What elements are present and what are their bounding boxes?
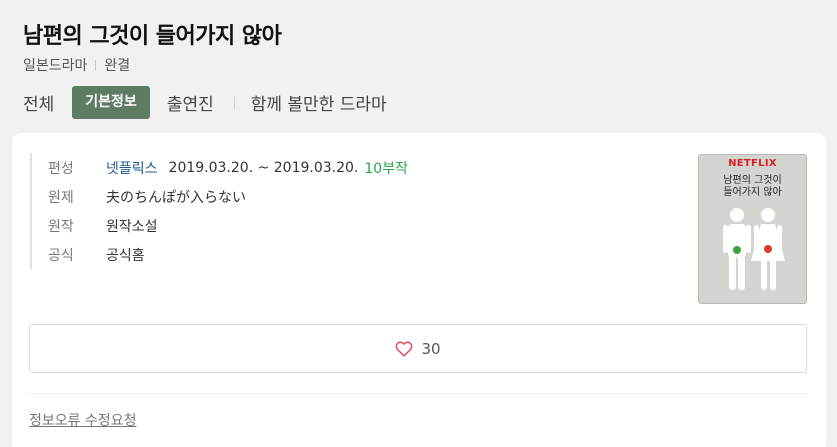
info-card: 편성 넷플릭스 2019.03.20. ~ 2019.03.20. 10부작 원… bbox=[12, 133, 826, 447]
tab-cast[interactable]: 출연진 bbox=[167, 90, 214, 115]
info-key: 원제 bbox=[48, 189, 74, 206]
info-row-original-title: 원제 夫のちんぽが入らない bbox=[48, 182, 408, 211]
info-row-source: 원작 원작소설 bbox=[48, 211, 408, 240]
couple-figures-icon bbox=[723, 208, 785, 290]
info-value: 넷플릭스 2019.03.20. ~ 2019.03.20. 10부작 bbox=[106, 158, 408, 178]
info-row-broadcast: 편성 넷플릭스 2019.03.20. ~ 2019.03.20. 10부작 bbox=[48, 153, 408, 182]
page-title: 남편의 그것이 들어가지 않아 bbox=[23, 24, 282, 49]
episode-count: 10부작 bbox=[364, 160, 408, 177]
info-key: 편성 bbox=[48, 160, 74, 177]
meta-line: 일본드라마 완결 bbox=[23, 55, 130, 75]
network-link[interactable]: 넷플릭스 bbox=[106, 158, 158, 178]
report-error-link[interactable]: 정보오류 수정요청 bbox=[29, 410, 137, 430]
like-count: 30 bbox=[421, 339, 441, 358]
info-list: 편성 넷플릭스 2019.03.20. ~ 2019.03.20. 10부작 원… bbox=[30, 153, 408, 269]
category-link[interactable]: 일본드라마 bbox=[23, 55, 87, 75]
like-button[interactable]: 30 bbox=[29, 324, 807, 373]
poster-title-line: 들어가지 않아 bbox=[723, 187, 782, 198]
tab-similar-dramas[interactable]: 함께 볼만한 드라마 bbox=[251, 90, 387, 115]
poster-title: 남편의 그것이 들어가지 않아 bbox=[699, 175, 806, 199]
divider bbox=[29, 393, 807, 394]
poster-title-line: 남편의 그것이 bbox=[723, 175, 782, 186]
tab-basic-info[interactable]: 기본정보 bbox=[72, 86, 150, 119]
official-site-link[interactable]: 공식홈 bbox=[106, 245, 145, 265]
meta-separator bbox=[95, 59, 97, 71]
poster-image[interactable]: NETFLIX 남편의 그것이 들어가지 않아 bbox=[698, 154, 807, 304]
original-title: 夫のちんぽが入らない bbox=[106, 189, 246, 206]
tab-all[interactable]: 전체 bbox=[23, 90, 54, 115]
tab-separator bbox=[233, 96, 235, 109]
info-key: 공식 bbox=[48, 247, 74, 264]
heart-icon bbox=[396, 341, 413, 357]
status-label: 완결 bbox=[104, 58, 131, 74]
info-row-official: 공식 공식홈 bbox=[48, 240, 408, 269]
source-link[interactable]: 원작소설 bbox=[106, 216, 158, 236]
info-key: 원작 bbox=[48, 218, 74, 235]
netflix-logo: NETFLIX bbox=[728, 158, 777, 169]
tab-bar: 전체 기본정보 출연진 함께 볼만한 드라마 bbox=[23, 86, 387, 119]
air-dates: 2019.03.20. ~ 2019.03.20. bbox=[168, 159, 359, 176]
